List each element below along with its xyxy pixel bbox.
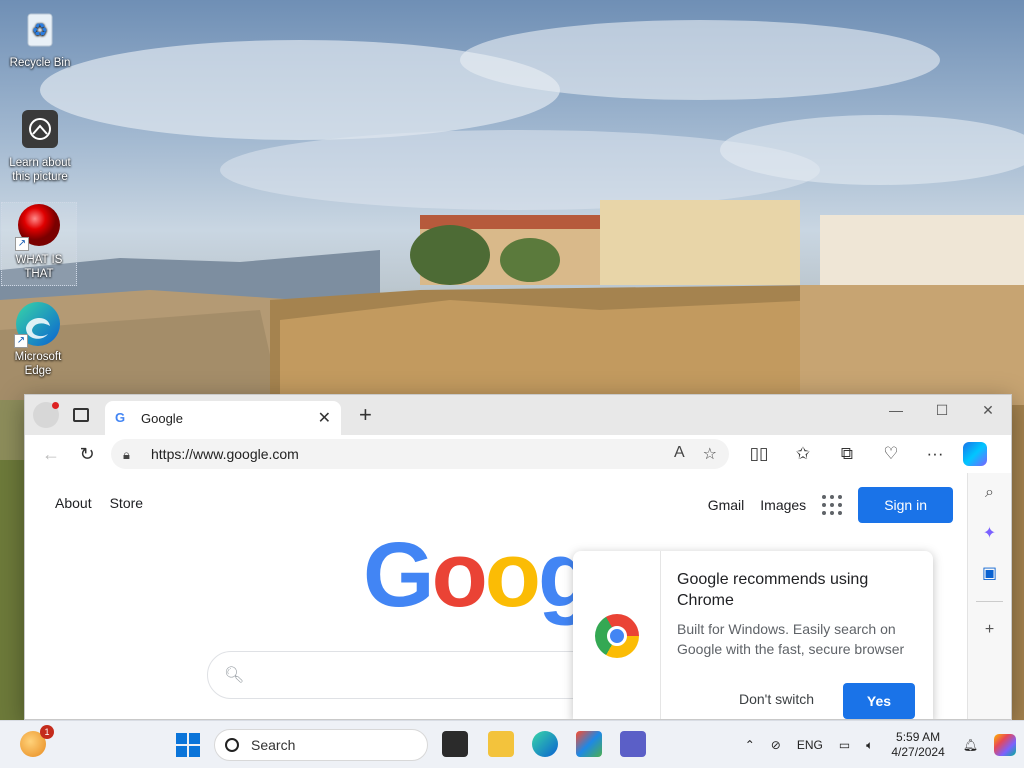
- gmail-link[interactable]: Gmail: [708, 497, 745, 513]
- edge-icon: ↗: [14, 300, 62, 348]
- system-tray: ⌃ ⊘ ENG ▭ 🔈︎ 5:59 AM 4/27/2024 🔔︎: [737, 721, 1024, 768]
- popup-title: Google recommends using Chrome: [677, 571, 869, 609]
- url-text: https://www.google.com: [151, 446, 299, 462]
- google-logo: Goog: [363, 524, 594, 626]
- red-ball-icon: ↗: [15, 203, 63, 251]
- desktop-icon-recycle-bin[interactable]: ♻ Recycle Bin: [2, 6, 78, 70]
- volume-icon[interactable]: 🔈︎: [866, 738, 873, 753]
- split-screen-icon[interactable]: ▯▯: [737, 444, 781, 464]
- recycle-bin-icon: ♻: [16, 6, 64, 54]
- taskbar: 1 Search ⌃ ⊘ ENG ▭ 🔈︎ 5:59 AM 4/27/2024 …: [0, 720, 1024, 768]
- dont-switch-button[interactable]: Don't switch: [739, 691, 814, 707]
- edge-browser-window: G Google ✕ + — ☐ ✕ ← ↻ 🔒︎ https://www.go…: [24, 394, 1012, 720]
- read-aloud-icon[interactable]: A: [674, 444, 685, 464]
- sidebar-outlook-icon[interactable]: ▣: [968, 553, 1011, 593]
- google-page: About Store Gmail Images Sign in Goog 🔍︎…: [25, 473, 969, 719]
- network-icon[interactable]: ⊘: [771, 738, 781, 752]
- desktop-icon-label: WHAT IS THAT: [15, 254, 63, 280]
- shortcut-arrow-icon: ↗: [14, 334, 28, 348]
- google-top-left-links: About Store: [55, 495, 143, 511]
- chrome-logo-icon: [594, 614, 639, 658]
- taskbar-search-label: Search: [251, 737, 296, 753]
- language-indicator[interactable]: ENG: [797, 738, 823, 752]
- camera-icon: [16, 106, 64, 154]
- window-controls: — ☐ ✕: [873, 395, 1011, 425]
- clock-time: 5:59 AM: [896, 730, 941, 744]
- desktop-icon-learn-picture[interactable]: Learn about this picture: [2, 106, 78, 184]
- clock-date: 4/27/2024: [891, 745, 945, 759]
- microsoft-store-icon[interactable]: [576, 731, 602, 757]
- task-view-icon[interactable]: [442, 731, 468, 757]
- store-link[interactable]: Store: [110, 495, 143, 511]
- images-link[interactable]: Images: [760, 497, 806, 513]
- shortcut-arrow-icon: ↗: [15, 237, 29, 251]
- favorites-icon[interactable]: ✩: [781, 444, 825, 464]
- chrome-recommend-popup: Google recommends using Chrome Built for…: [573, 551, 933, 719]
- new-tab-button[interactable]: +: [359, 402, 372, 428]
- svg-text:♻: ♻: [32, 20, 48, 40]
- tab-actions-icon[interactable]: [73, 408, 89, 422]
- close-button[interactable]: ✕: [965, 395, 1011, 425]
- taskbar-search[interactable]: Search: [214, 729, 428, 761]
- file-explorer-icon[interactable]: [488, 731, 514, 757]
- about-link[interactable]: About: [55, 495, 92, 511]
- maximize-button[interactable]: ☐: [919, 395, 965, 425]
- copilot-icon[interactable]: [963, 442, 987, 466]
- collections-icon[interactable]: ⧉: [825, 444, 869, 464]
- widget-badge: 1: [40, 725, 54, 739]
- yes-button[interactable]: Yes: [843, 683, 915, 719]
- clock[interactable]: 5:59 AM 4/27/2024: [891, 730, 944, 760]
- favorite-star-icon[interactable]: ☆: [703, 444, 717, 464]
- google-favicon-icon: G: [115, 410, 126, 425]
- profile-icon[interactable]: [33, 402, 59, 428]
- google-apps-icon[interactable]: [822, 495, 843, 515]
- weather-widget-icon[interactable]: 1: [20, 725, 54, 757]
- browser-toolbar: ← ↻ 🔒︎ https://www.google.com A ☆ ▯▯ ✩ ⧉…: [25, 435, 1011, 473]
- desktop-icon-what-is-that[interactable]: ↗ WHAT IS THAT: [1, 202, 77, 286]
- desktop-icon-label: Learn about this picture: [9, 157, 71, 183]
- address-bar[interactable]: 🔒︎ https://www.google.com A ☆: [111, 439, 729, 469]
- browser-essentials-icon[interactable]: ♡: [869, 444, 913, 464]
- edge-sidebar: ⌕ ✦ ▣ +: [967, 473, 1011, 719]
- sidebar-search-icon[interactable]: ⌕: [968, 473, 1011, 513]
- start-button[interactable]: [176, 733, 200, 757]
- minimize-button[interactable]: —: [873, 395, 919, 425]
- search-icon: 🔍︎: [224, 667, 245, 684]
- search-icon: [225, 738, 239, 752]
- copilot-taskbar-icon[interactable]: [994, 734, 1016, 756]
- notification-dot: [52, 402, 59, 409]
- desktop-icon-label: Microsoft Edge: [14, 351, 62, 377]
- tab-close-icon[interactable]: ✕: [318, 408, 331, 428]
- tab-title: Google: [141, 410, 183, 426]
- teams-icon[interactable]: [620, 731, 646, 757]
- sidebar-add-icon[interactable]: +: [968, 610, 1011, 650]
- display-icon[interactable]: ▭: [839, 738, 850, 752]
- browser-titlebar: G Google ✕ + — ☐ ✕: [25, 395, 1011, 435]
- sidebar-divider: [976, 601, 1003, 602]
- more-options-icon[interactable]: ···: [913, 444, 957, 464]
- sidebar-copilot-icon[interactable]: ✦: [968, 513, 1011, 553]
- tab-google[interactable]: G Google ✕: [105, 401, 341, 435]
- popup-body: Built for Windows. Easily search on Goog…: [677, 621, 905, 657]
- refresh-button[interactable]: ↻: [69, 439, 105, 469]
- google-top-right: Gmail Images Sign in: [708, 487, 953, 523]
- sign-in-button[interactable]: Sign in: [858, 487, 953, 523]
- notifications-icon[interactable]: 🔔︎: [963, 738, 978, 752]
- back-button[interactable]: ←: [33, 439, 69, 469]
- desktop-icon-edge[interactable]: ↗ Microsoft Edge: [0, 300, 76, 378]
- show-hidden-icons-icon[interactable]: ⌃: [745, 738, 755, 752]
- lock-icon[interactable]: 🔒︎: [123, 447, 137, 462]
- desktop-icon-label: Recycle Bin: [9, 57, 71, 69]
- edge-taskbar-icon[interactable]: [532, 731, 558, 757]
